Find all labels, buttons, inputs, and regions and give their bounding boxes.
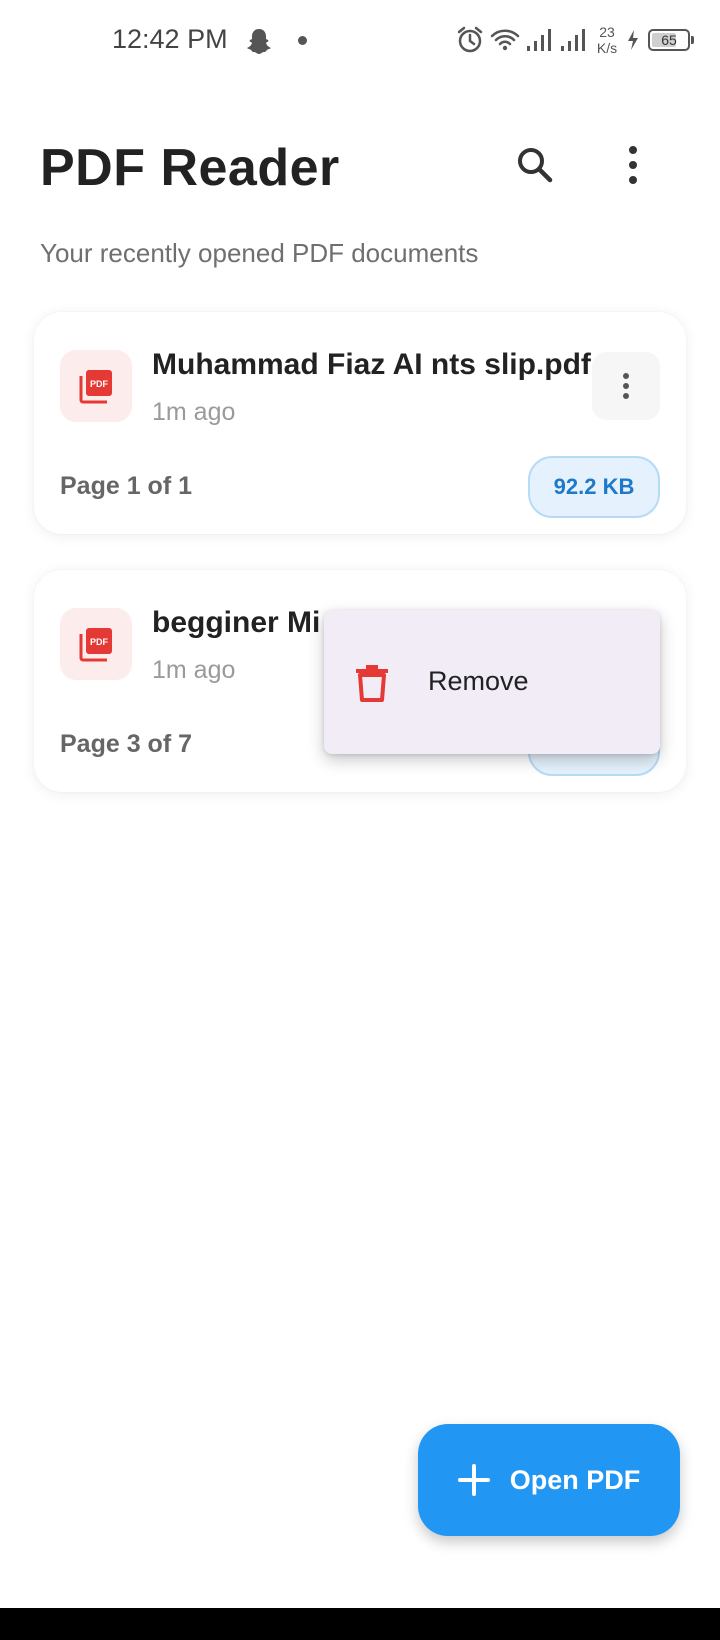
document-pages: Page 3 of 7 (60, 730, 192, 758)
signal-icon-1 (527, 29, 551, 51)
status-icons: 23 K/s 65 (456, 22, 694, 58)
pdf-file-icon: PDF (60, 350, 132, 422)
document-title: Muhammad Fiaz AI nts slip.pdf (152, 348, 591, 381)
plus-icon (457, 1464, 490, 1496)
document-popup-menu: Remove (324, 610, 660, 754)
open-pdf-label: Open PDF (509, 1464, 641, 1495)
search-icon[interactable] (512, 142, 558, 188)
svg-text:PDF: PDF (90, 637, 109, 647)
document-time: 1m ago (152, 656, 236, 684)
svg-text:PDF: PDF (90, 379, 109, 389)
signal-icon-2 (561, 29, 585, 51)
remove-label: Remove (428, 666, 529, 696)
network-speed: 23 K/s (596, 24, 618, 56)
more-vert-icon[interactable] (610, 142, 656, 188)
trash-icon (356, 665, 388, 702)
document-more-button[interactable] (592, 352, 660, 420)
status-time: 12:42 PM (112, 24, 228, 54)
remove-menu-item[interactable]: Remove (324, 610, 660, 754)
page-subtitle: Your recently opened PDF documents (40, 238, 479, 268)
charging-icon (628, 30, 638, 50)
system-nav-bar (0, 1608, 720, 1640)
status-bar: 12:42 PM 23 K/s 65 (0, 0, 720, 80)
document-time: 1m ago (152, 398, 236, 426)
snapchat-icon (247, 29, 271, 54)
battery-level: 65 (661, 32, 677, 48)
wifi-icon (490, 29, 520, 51)
page-title: PDF Reader (40, 139, 340, 197)
file-size-badge: 92.2 KB (528, 456, 660, 518)
alarm-icon (457, 26, 483, 53)
pdf-file-icon: PDF (60, 608, 132, 680)
open-pdf-button[interactable]: Open PDF (418, 1424, 680, 1536)
document-pages: Page 1 of 1 (60, 472, 192, 500)
battery-icon: 65 (648, 29, 694, 51)
document-card[interactable]: PDF Muhammad Fiaz AI nts slip.pdf 1m ago… (34, 312, 686, 534)
more-vert-icon (623, 373, 629, 399)
notification-dot (298, 36, 307, 45)
